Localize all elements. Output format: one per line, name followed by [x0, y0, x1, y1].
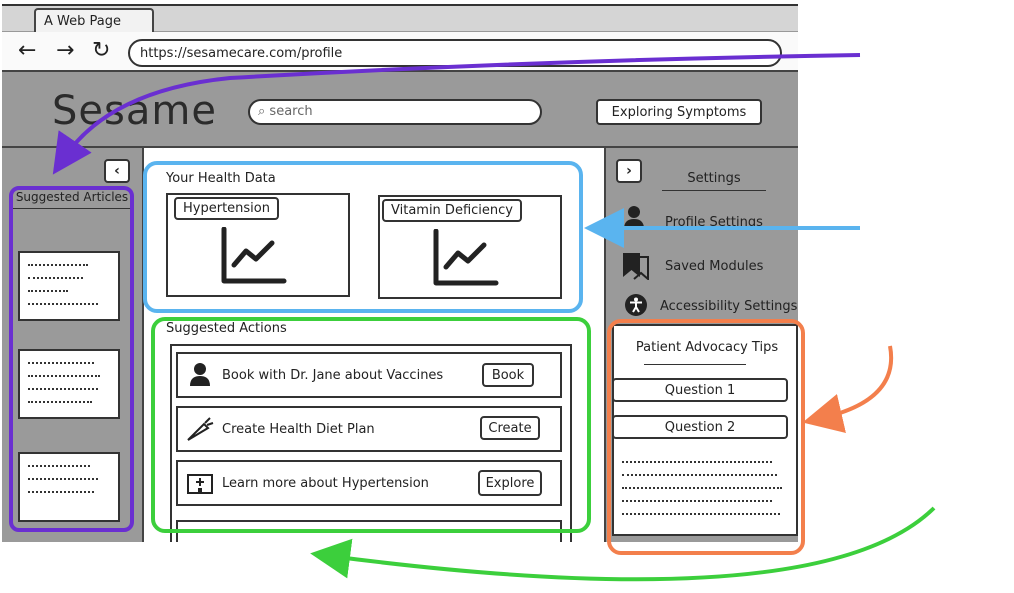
purple-arrow [52, 53, 861, 175]
annotation-arrows [52, 53, 936, 582]
green-arrow [310, 506, 936, 582]
orange-arrow [802, 345, 894, 433]
